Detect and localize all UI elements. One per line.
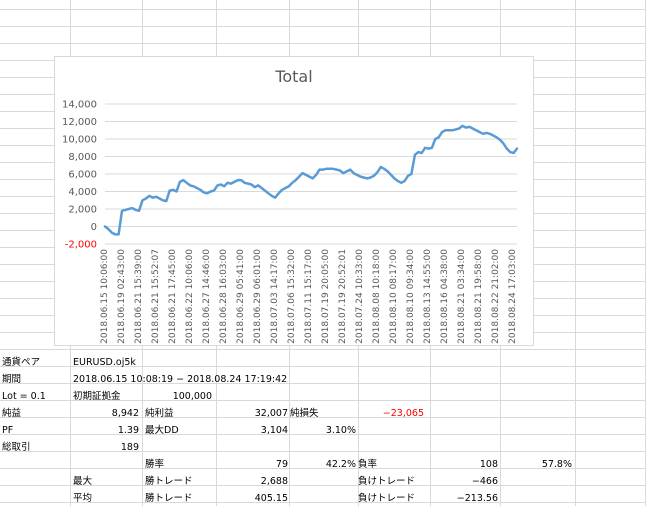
x-tick-label: 2018.07.24 10:33:00: [355, 249, 365, 344]
grid-row-line: [0, 349, 646, 350]
grid-column-line: [575, 0, 576, 506]
cell-winrate-pct[interactable]: 42.2%: [290, 456, 356, 473]
cell-gross-loss-value[interactable]: −23,065: [358, 405, 424, 422]
x-tick-label: 2018.06.21 15:39:00: [134, 249, 144, 344]
cell-lossrate-pct[interactable]: 57.8%: [500, 456, 572, 473]
x-tick-label: 2018.08.10 09:34:00: [406, 249, 416, 344]
y-tick-label: 2,000: [68, 205, 97, 216]
cell-losses-value[interactable]: 108: [430, 456, 498, 473]
x-tick-label: 2018.08.22 21:02:00: [491, 249, 501, 344]
cell-pnl-value[interactable]: 8,942: [73, 405, 139, 422]
cell-wins-value[interactable]: 79: [220, 456, 288, 473]
cell-period-label[interactable]: 期間: [2, 371, 68, 388]
cell-pair-label[interactable]: 通貨ペア: [2, 354, 68, 371]
cell-maxdd-pct[interactable]: 3.10%: [290, 422, 356, 439]
x-tick-label: 2018.06.21 15:52:07: [151, 249, 161, 344]
x-tick-label: 2018.06.27 14:46:00: [202, 249, 212, 344]
x-tick-label: 2018.07.11 15:17:00: [304, 249, 314, 344]
x-tick-label: 2018.06.29 05:41:00: [236, 249, 246, 344]
x-tick-label: 2018.06.21 17:45:00: [168, 249, 178, 344]
series-line-total: [103, 124, 519, 236]
cell-gross-profit-label[interactable]: 純利益: [145, 405, 225, 422]
cell-pf-label[interactable]: PF: [2, 422, 68, 439]
chart-plot: -2,000 0 2,000 4,000 6,000 8,000 10,000 12,000 1…: [62, 100, 519, 344]
x-tick-label: 2018.06.22 10:06:00: [185, 249, 195, 344]
grid-row-line: [0, 43, 646, 44]
x-tick-label: 2018.06.28 16:03:00: [219, 249, 229, 344]
x-tick-label: 2018.06.15 10:06:00: [100, 249, 110, 344]
cell-maxdd-label[interactable]: 最大DD: [145, 422, 225, 439]
y-tick-label: 12,000: [62, 117, 97, 128]
cell-deposit-label[interactable]: 初期証拠金: [73, 388, 139, 405]
cell-gross-profit-value[interactable]: 32,007: [220, 405, 288, 422]
grid-row-line: [0, 9, 646, 10]
x-tick-label: 2018.08.24 17:03:00: [508, 249, 518, 344]
cell-max-win-label[interactable]: 勝トレード: [145, 473, 225, 490]
x-tick-label: 2018.07.03 14:17:00: [270, 249, 280, 344]
cell-trades-value[interactable]: 189: [73, 439, 139, 456]
x-tick-label: 2018.07.19 20:05:00: [321, 249, 331, 344]
x-tick-label: 2018.07.06 15:32:00: [287, 249, 297, 344]
x-tick-label: 2018.08.08 10:18:00: [372, 249, 382, 344]
y-tick-label: 4,000: [68, 187, 97, 198]
cell-avg-win-value[interactable]: 405.15: [220, 490, 288, 507]
x-tick-label: 2018.08.21 19:58:00: [474, 249, 484, 344]
cell-deposit-value[interactable]: 100,000: [140, 388, 212, 405]
y-tick-label: 14,000: [62, 100, 97, 111]
x-tick-label: 2018.06.19 02:43:00: [117, 249, 127, 344]
cell-avg-loss-label[interactable]: 負けトレード: [358, 490, 438, 507]
x-tick-label: 2018.08.10 08:17:00: [389, 249, 399, 344]
x-tick-label: 2018.08.21 03:34:00: [457, 249, 467, 344]
cell-lot-label[interactable]: Lot = 0.1: [2, 388, 68, 405]
total-chart[interactable]: Total -2,000 0 2,000 4,000 6,000 8,000 10,000 1…: [54, 56, 534, 346]
y-tick-label: 8,000: [68, 152, 97, 163]
cell-period-value[interactable]: 2018.06.15 10:08:19 − 2018.08.24 17:19:4…: [73, 371, 333, 388]
cell-pnl-label[interactable]: 純益: [2, 405, 68, 422]
cell-trades-label[interactable]: 総取引: [2, 439, 68, 456]
cell-avg-label[interactable]: 平均: [73, 490, 139, 507]
cell-max-loss-value[interactable]: −466: [430, 473, 498, 490]
cell-lossrate-label[interactable]: 負率: [358, 456, 424, 473]
cell-pf-value[interactable]: 1.39: [73, 422, 139, 439]
cell-maxdd-value[interactable]: 3,104: [220, 422, 288, 439]
cell-pair-value[interactable]: EURUSD.oj5k: [73, 354, 183, 371]
cell-max-label[interactable]: 最大: [73, 473, 139, 490]
cell-max-loss-label[interactable]: 負けトレード: [358, 473, 438, 490]
x-tick-label: 2018.07.19 20:52:01: [338, 249, 348, 344]
y-tick-label: 6,000: [68, 170, 97, 181]
x-tick-label: 2018.08.13 14:55:00: [423, 249, 433, 344]
cell-avg-win-label[interactable]: 勝トレード: [145, 490, 225, 507]
cell-avg-loss-value[interactable]: −213.56: [430, 490, 498, 507]
cell-winrate-label[interactable]: 勝率: [145, 456, 225, 473]
y-tick-label: -2,000: [65, 240, 97, 251]
cell-max-win-value[interactable]: 2,688: [220, 473, 288, 490]
cell-gross-loss-label[interactable]: 純損失: [290, 405, 356, 422]
grid-row-line: [0, 26, 646, 27]
y-tick-label: 0: [91, 222, 97, 233]
y-tick-label: 10,000: [62, 135, 97, 146]
x-tick-label: 2018.08.16 04:38:00: [440, 249, 450, 344]
x-tick-label: 2018.06.29 06:01:00: [253, 249, 263, 344]
